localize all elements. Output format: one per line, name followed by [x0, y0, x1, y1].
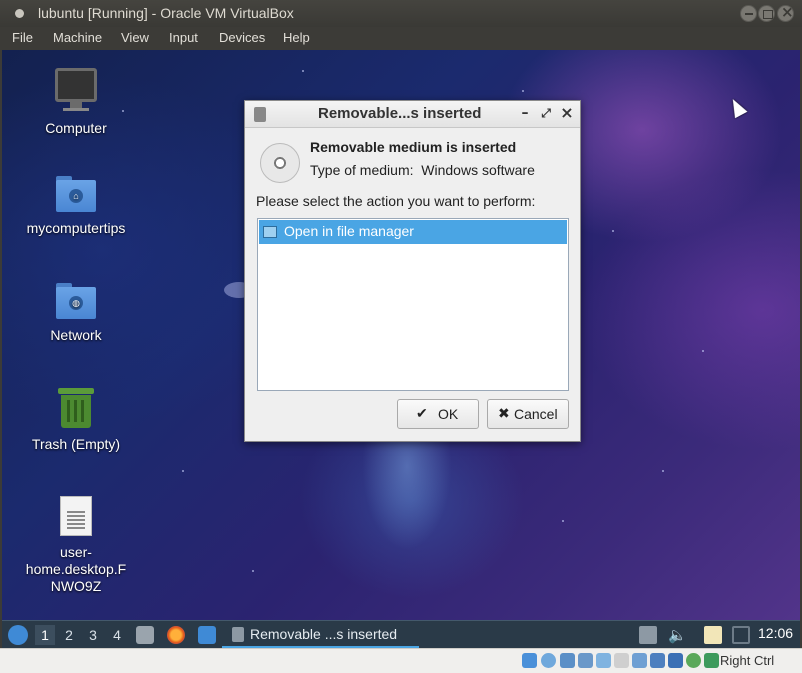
star [702, 350, 704, 352]
dialog-heading: Removable medium is inserted [310, 139, 517, 155]
mouse-integration-icon[interactable] [686, 653, 701, 668]
checkmark-icon: ✔ [416, 405, 428, 421]
workspace-2[interactable]: 2 [59, 625, 79, 645]
home-folder-icon: ⌂ [56, 176, 96, 212]
star [182, 470, 184, 472]
optical-drive-icon[interactable] [541, 653, 556, 668]
guest-taskbar: 1 2 3 4 Removable ...s inserted 🔈 12:06 [2, 620, 800, 648]
desktop-icon-label-line: NWO9Z [50, 578, 102, 594]
star [662, 470, 664, 472]
action-prompt: Please select the action you want to per… [256, 193, 536, 209]
desktop-icon-network[interactable]: ◍ Network [16, 283, 136, 344]
desktop-icon-label-line: home.desktop.F [25, 561, 127, 577]
star [562, 520, 564, 522]
star [612, 230, 614, 232]
menu-devices[interactable]: Devices [219, 30, 265, 45]
minimize-icon[interactable] [740, 5, 757, 22]
lubuntu-menu-icon[interactable] [8, 625, 28, 645]
shared-folders-icon[interactable] [614, 653, 629, 668]
network-icon[interactable] [732, 626, 750, 644]
menu-help[interactable]: Help [283, 30, 310, 45]
star [252, 570, 254, 572]
maximize-icon[interactable] [758, 5, 775, 22]
task-removable-dialog[interactable]: Removable ...s inserted [222, 622, 419, 648]
keyboard-capture-icon[interactable] [704, 653, 719, 668]
menu-machine[interactable]: Machine [53, 30, 102, 45]
usb-icon[interactable] [596, 653, 611, 668]
computer-icon [55, 68, 97, 114]
dialog-title: Removable...s inserted [318, 105, 482, 122]
task-label: Removable ...s inserted [250, 626, 398, 642]
desktop-icon-label-line: user- [60, 544, 92, 560]
window-menu-icon[interactable] [15, 9, 24, 18]
host-window-title: lubuntu [Running] - Oracle VM VirtualBox [38, 5, 294, 21]
ok-button-label: OK [438, 406, 459, 422]
desktop-icon-home[interactable]: ⌂ mycomputertips [16, 176, 136, 237]
eject-icon[interactable] [639, 626, 657, 644]
host-key-label: Right Ctrl [720, 653, 775, 668]
dialog-titlebar[interactable]: Removable...s inserted – ⤢ × [245, 101, 580, 128]
desktop-icon-label: Computer [45, 120, 107, 136]
audio-icon[interactable] [560, 653, 575, 668]
cancel-button[interactable]: ✖ Cancel [487, 399, 569, 429]
medium-type-label: Type of medium: [310, 162, 414, 178]
show-desktop-icon[interactable] [198, 626, 216, 644]
removable-media-icon [254, 107, 266, 122]
desktop-icon-trash[interactable]: Trash (Empty) [16, 388, 136, 453]
virtualbox-status-bar: Right Ctrl [0, 648, 802, 673]
close-icon[interactable] [777, 3, 794, 22]
hard-disk-icon[interactable] [522, 653, 537, 668]
medium-type-value: Windows software [421, 162, 535, 178]
video-capture-icon[interactable] [650, 653, 665, 668]
volume-icon[interactable]: 🔈 [668, 626, 687, 644]
clipboard-icon[interactable] [704, 626, 722, 644]
action-list[interactable]: Open in file manager [257, 218, 569, 391]
menu-view[interactable]: View [121, 30, 149, 45]
file-manager-icon [263, 226, 277, 238]
display-icon[interactable] [632, 653, 647, 668]
text-file-icon [60, 496, 92, 536]
menu-file[interactable]: File [12, 30, 33, 45]
desktop-icon-label: Trash (Empty) [31, 436, 121, 452]
ok-button[interactable]: ✔ OK [397, 399, 479, 429]
desktop-icon-computer[interactable]: Computer [16, 68, 136, 137]
trash-icon [58, 388, 94, 428]
desktop-icon-desktop-file[interactable]: user- home.desktop.F NWO9Z [16, 496, 136, 595]
cancel-button-label: Cancel [514, 406, 558, 422]
removable-medium-dialog: Removable...s inserted – ⤢ × Removable m… [244, 100, 581, 442]
network-adapter-icon[interactable] [578, 653, 593, 668]
list-item-open-file-manager[interactable]: Open in file manager [259, 220, 567, 244]
host-window-titlebar: lubuntu [Running] - Oracle VM VirtualBox [0, 0, 802, 27]
firefox-icon[interactable] [167, 626, 185, 644]
dialog-maximize-icon[interactable]: ⤢ [537, 104, 555, 122]
cross-icon: ✖ [498, 405, 510, 421]
menu-input[interactable]: Input [169, 30, 198, 45]
desktop-icon-label: mycomputertips [26, 220, 126, 236]
list-item-label: Open in file manager [284, 223, 414, 239]
dialog-close-icon[interactable]: × [558, 104, 576, 122]
host-menubar: File Machine View Input Devices Help [0, 27, 802, 50]
workspace-3[interactable]: 3 [83, 625, 103, 645]
workspace-1[interactable]: 1 [35, 625, 55, 645]
medium-type: Type of medium: Windows software [310, 162, 535, 178]
mouse-cursor-icon [726, 95, 748, 119]
network-folder-icon: ◍ [56, 283, 96, 319]
star [302, 70, 304, 72]
workspace-4[interactable]: 4 [107, 625, 127, 645]
clock[interactable]: 12:06 [758, 625, 793, 641]
file-manager-launcher-icon[interactable] [136, 626, 154, 644]
removable-media-icon [232, 627, 244, 642]
desktop-icon-label: Network [50, 327, 102, 343]
virtualization-icon[interactable] [668, 653, 683, 668]
star [522, 90, 524, 92]
wallpaper-jellyfish [362, 430, 452, 550]
optical-disc-icon [260, 143, 300, 183]
dialog-minimize-icon[interactable]: – [516, 104, 534, 122]
